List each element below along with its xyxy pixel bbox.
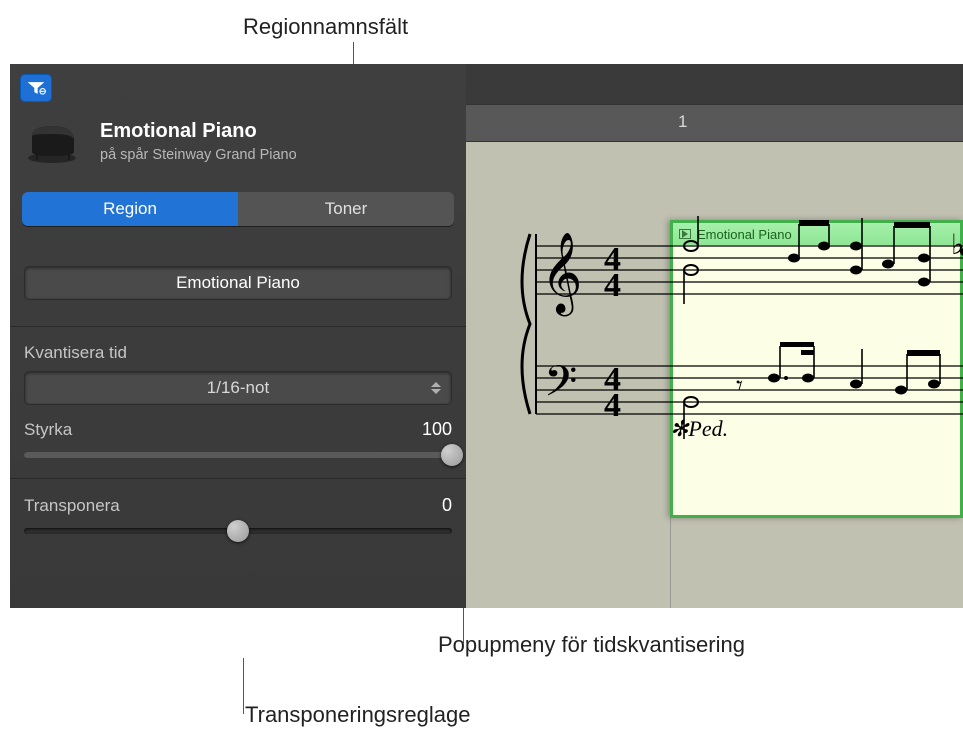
transpose-label: Transponera: [24, 496, 120, 516]
region-inspector-panel: Emotional Piano på spår Steinway Grand P…: [10, 64, 466, 608]
filter-icon: [26, 80, 46, 96]
notation-staff: 𝄞 𝄢 4 4 4 4: [496, 204, 963, 444]
strength-value[interactable]: 100: [422, 419, 452, 440]
score-editor-panel: 1 Emotional Piano: [466, 64, 963, 608]
score-area[interactable]: Emotional Piano: [466, 142, 963, 608]
toolbar: [20, 74, 52, 102]
svg-text:𝄢: 𝄢: [544, 359, 577, 416]
svg-text:𝄞: 𝄞: [541, 233, 582, 316]
transpose-slider[interactable]: [24, 528, 452, 534]
bar-number: 1: [678, 112, 687, 132]
svg-text:♭: ♭: [951, 230, 963, 261]
svg-text:4: 4: [604, 387, 621, 424]
chevron-updown-icon: [431, 382, 441, 394]
editor-window: Emotional Piano på spår Steinway Grand P…: [10, 64, 963, 608]
timeline-ruler[interactable]: 1: [466, 64, 963, 142]
region-name-field[interactable]: [24, 266, 452, 300]
slider-thumb[interactable]: [441, 444, 463, 466]
svg-text:4: 4: [604, 267, 621, 304]
track-subtitle: på spår Steinway Grand Piano: [100, 147, 297, 163]
annotation-transpose-slider: Transponeringsreglage: [245, 702, 470, 728]
time-quantize-value: 1/16-not: [207, 378, 269, 398]
pedal-mark: ✻Ped.: [670, 416, 728, 442]
strength-label: Styrka: [24, 420, 72, 440]
annotation-time-quantize: Popupmeny för tidskvantisering: [438, 632, 745, 658]
inspector-body: Kvantisera tid 1/16-not Styrka 100: [10, 240, 466, 554]
time-quantize-popup[interactable]: 1/16-not: [24, 371, 452, 405]
slider-thumb[interactable]: [227, 520, 249, 542]
tab-region[interactable]: Region: [22, 192, 238, 226]
region-title: Emotional Piano: [100, 120, 297, 143]
annotation-region-name-field: Regionnamnsfält: [243, 14, 408, 40]
svg-text:𝄾: 𝄾: [736, 371, 743, 400]
track-header: Emotional Piano på spår Steinway Grand P…: [22, 118, 297, 164]
strength-slider[interactable]: [24, 452, 452, 458]
transpose-value[interactable]: 0: [442, 495, 452, 516]
quantize-label: Kvantisera tid: [24, 343, 452, 363]
inspector-tabs: Region Toner: [22, 192, 454, 226]
piano-icon: [22, 118, 82, 164]
tab-notes[interactable]: Toner: [238, 192, 454, 226]
leader-line: [243, 658, 244, 714]
filter-button[interactable]: [20, 74, 52, 102]
